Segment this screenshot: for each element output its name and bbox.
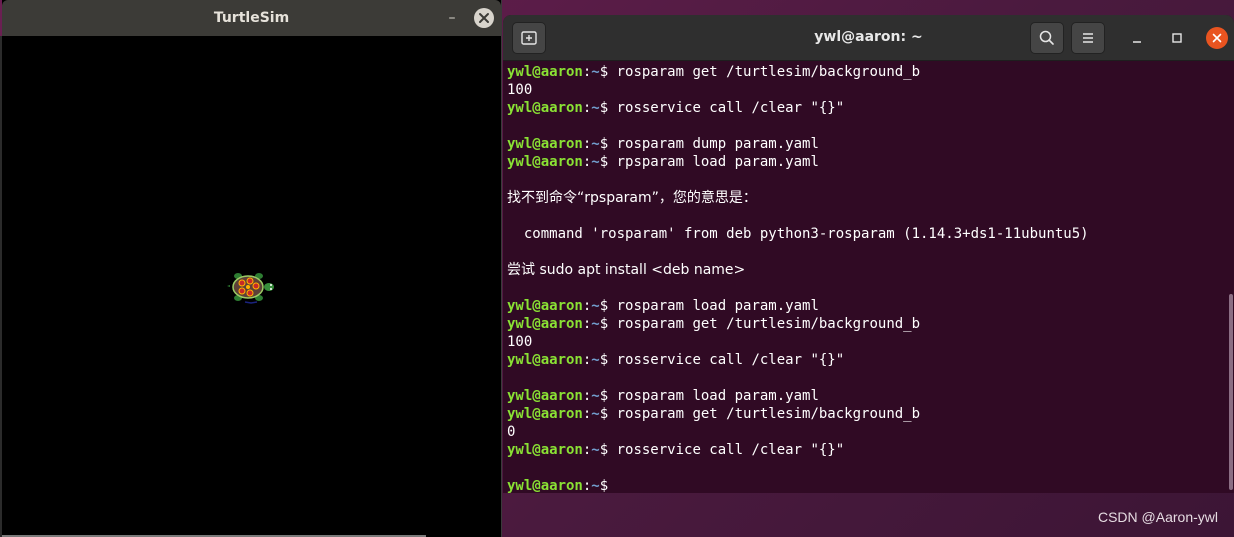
prompt-user-host: ywl@aaron bbox=[507, 442, 583, 458]
turtlesim-window: TurtleSim – bbox=[2, 0, 502, 537]
prompt-path: ~ bbox=[591, 298, 600, 314]
command-text: rosparam load param.yaml bbox=[616, 298, 819, 314]
command-text: rosservice call /clear "{}" bbox=[616, 100, 845, 116]
prompt-user-host: ywl@aaron bbox=[507, 64, 583, 80]
close-button[interactable] bbox=[474, 8, 494, 28]
prompt-symbol: $ bbox=[599, 298, 617, 314]
prompt-user-host: ywl@aaron bbox=[507, 406, 583, 422]
prompt-path: ~ bbox=[591, 154, 600, 170]
new-tab-button[interactable] bbox=[512, 22, 546, 54]
prompt-symbol: $ bbox=[599, 388, 617, 404]
command-text: rosparam get /turtlesim/background_b bbox=[616, 406, 921, 422]
minimize-button[interactable]: – bbox=[442, 8, 462, 28]
prompt-symbol: $ bbox=[599, 406, 617, 422]
command-text: rosparam get /turtlesim/background_b bbox=[616, 64, 921, 80]
prompt-symbol: $ bbox=[599, 154, 617, 170]
prompt-path: ~ bbox=[591, 100, 600, 116]
prompt-user-host: ywl@aaron bbox=[507, 154, 583, 170]
prompt-symbol: $ bbox=[599, 478, 617, 493]
terminal-command-line: ywl@aaron:~$ rosparam get /turtlesim/bac… bbox=[507, 315, 1223, 333]
terminal-output-line: 100 bbox=[507, 334, 533, 350]
command-text: rosservice call /clear "{}" bbox=[616, 442, 845, 458]
prompt-symbol: $ bbox=[599, 352, 617, 368]
maximize-button[interactable] bbox=[1166, 27, 1188, 49]
terminal-title: ywl@aaron: ~ bbox=[814, 29, 923, 45]
close-icon bbox=[479, 13, 489, 23]
prompt-user-host: ywl@aaron bbox=[507, 352, 583, 368]
terminal-window: ywl@aaron: ~ ywl@aaron:~$ rosparam get /… bbox=[503, 15, 1234, 493]
prompt-path: ~ bbox=[591, 478, 600, 493]
terminal-output-line: 100 bbox=[507, 82, 533, 98]
terminal-output-line: command 'rosparam' from deb python3-rosp… bbox=[507, 226, 1089, 242]
prompt-path: ~ bbox=[591, 316, 600, 332]
new-tab-icon bbox=[521, 31, 537, 45]
hamburger-menu-icon bbox=[1083, 33, 1093, 43]
minimize-button[interactable] bbox=[1126, 27, 1148, 49]
terminal-command-line: ywl@aaron:~$ rosservice call /clear "{}" bbox=[507, 99, 1223, 117]
desktop: TurtleSim – ywl@aaron: ~ ywl@aaron:~$ ro… bbox=[0, 0, 1234, 537]
terminal-content: ywl@aaron:~$ rosparam get /turtlesim/bac… bbox=[507, 63, 1223, 493]
command-text: rosparam load param.yaml bbox=[616, 388, 819, 404]
prompt-path: ~ bbox=[591, 352, 600, 368]
prompt-symbol: $ bbox=[599, 136, 617, 152]
terminal-output-line: 找不到命令“rpsparam”，您的意思是： bbox=[507, 190, 757, 206]
close-button[interactable] bbox=[1206, 27, 1228, 49]
search-icon bbox=[1039, 30, 1054, 45]
prompt-path: ~ bbox=[591, 64, 600, 80]
terminal-output[interactable]: ywl@aaron:~$ rosparam get /turtlesim/bac… bbox=[503, 61, 1225, 493]
turtlesim-canvas bbox=[2, 36, 501, 537]
terminal-output-line: 0 bbox=[507, 424, 516, 440]
terminal-command-line: ywl@aaron:~$ bbox=[507, 477, 1223, 493]
terminal-output-line: 尝试 sudo apt install <deb name> bbox=[507, 262, 746, 278]
prompt-path: ~ bbox=[591, 406, 600, 422]
turtlesim-title: TurtleSim bbox=[213, 10, 290, 26]
prompt-symbol: $ bbox=[599, 100, 617, 116]
command-text: rosparam get /turtlesim/background_b bbox=[616, 316, 921, 332]
watermark: CSDN @Aaron-ywl bbox=[1097, 509, 1218, 525]
terminal-command-line: ywl@aaron:~$ rosservice call /clear "{}" bbox=[507, 351, 1223, 369]
minimize-icon bbox=[1133, 41, 1141, 43]
prompt-path: ~ bbox=[591, 388, 600, 404]
prompt-user-host: ywl@aaron bbox=[507, 100, 583, 116]
turtle-icon bbox=[227, 273, 274, 304]
prompt-user-host: ywl@aaron bbox=[507, 478, 583, 493]
terminal-command-line: ywl@aaron:~$ rosparam load param.yaml bbox=[507, 387, 1223, 405]
prompt-user-host: ywl@aaron bbox=[507, 316, 583, 332]
search-button[interactable] bbox=[1030, 22, 1064, 54]
prompt-user-host: ywl@aaron bbox=[507, 388, 583, 404]
prompt-user-host: ywl@aaron bbox=[507, 298, 583, 314]
command-text: rpsparam load param.yaml bbox=[616, 154, 819, 170]
close-icon bbox=[1212, 33, 1222, 43]
prompt-path: ~ bbox=[591, 442, 600, 458]
terminal-command-line: ywl@aaron:~$ rosservice call /clear "{}" bbox=[507, 441, 1223, 459]
terminal-command-line: ywl@aaron:~$ rosparam dump param.yaml bbox=[507, 135, 1223, 153]
prompt-path: ~ bbox=[591, 136, 600, 152]
terminal-headerbar[interactable]: ywl@aaron: ~ bbox=[503, 15, 1234, 61]
terminal-command-line: ywl@aaron:~$ rosparam get /turtlesim/bac… bbox=[507, 63, 1223, 81]
command-text: rosparam dump param.yaml bbox=[616, 136, 819, 152]
terminal-command-line: ywl@aaron:~$ rosparam get /turtlesim/bac… bbox=[507, 405, 1223, 423]
maximize-icon bbox=[1172, 33, 1182, 43]
terminal-command-line: ywl@aaron:~$ rpsparam load param.yaml bbox=[507, 153, 1223, 171]
prompt-symbol: $ bbox=[599, 64, 617, 80]
command-text: rosservice call /clear "{}" bbox=[616, 352, 845, 368]
terminal-command-line: ywl@aaron:~$ rosparam load param.yaml bbox=[507, 297, 1223, 315]
prompt-user-host: ywl@aaron bbox=[507, 136, 583, 152]
prompt-symbol: $ bbox=[599, 316, 617, 332]
scrollbar-thumb[interactable] bbox=[1229, 294, 1233, 490]
prompt-symbol: $ bbox=[599, 442, 617, 458]
turtlesim-titlebar[interactable]: TurtleSim – bbox=[2, 0, 501, 36]
menu-button[interactable] bbox=[1071, 22, 1105, 54]
